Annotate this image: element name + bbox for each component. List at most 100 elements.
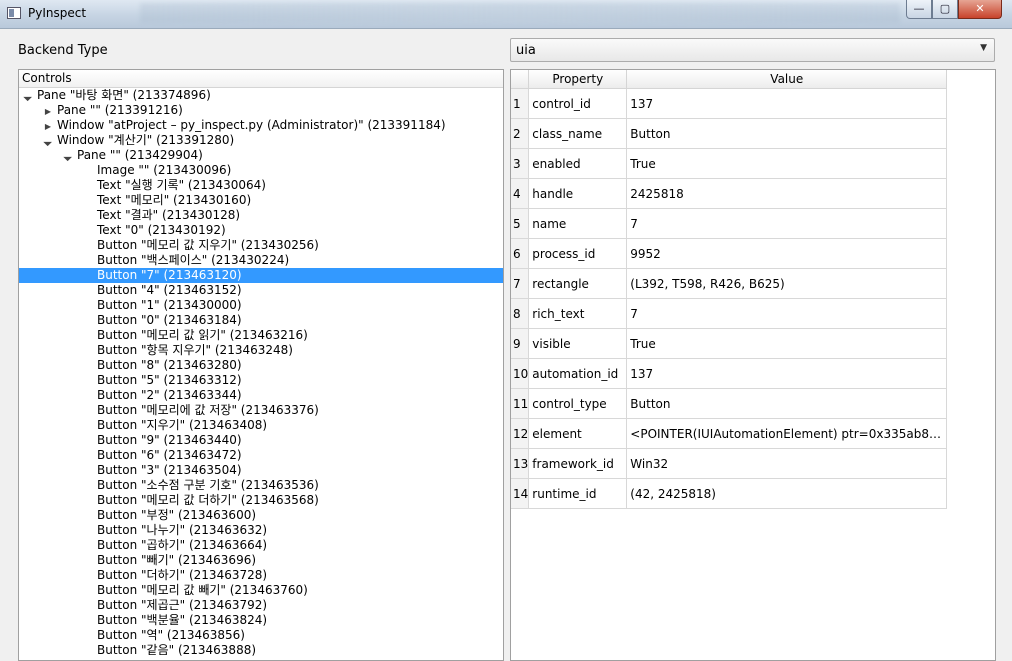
tree-item[interactable]: Button "6" (213463472) xyxy=(19,448,503,463)
property-name-cell[interactable]: control_type xyxy=(528,388,628,419)
app-icon xyxy=(7,7,21,19)
tree-item[interactable]: Button "0" (213463184) xyxy=(19,313,503,328)
property-name-cell[interactable]: element xyxy=(528,418,628,449)
tree-item[interactable]: Button "메모리에 값 저장" (213463376) xyxy=(19,403,503,418)
property-value-cell[interactable]: True xyxy=(626,148,948,179)
tree-item[interactable]: Button "같음" (213463888) xyxy=(19,643,503,658)
property-value-cell[interactable]: <POINTER(IUIAutomationElement) ptr=0x335… xyxy=(626,418,948,449)
tree-item[interactable]: ◢ Window "계산기" (213391280) xyxy=(19,133,503,148)
tree-item[interactable]: Button "소수점 구분 기호" (213463536) xyxy=(19,478,503,493)
tree-item[interactable]: Button "항목 지우기" (213463248) xyxy=(19,343,503,358)
property-row[interactable]: 13 framework_id Win32 xyxy=(511,448,948,479)
tree-item[interactable]: Image "" (213430096) xyxy=(19,163,503,178)
tree-item[interactable]: ▶ Pane "" (213391216) xyxy=(19,103,503,118)
property-row[interactable]: 2 class_name Button xyxy=(511,118,948,149)
property-column-header[interactable]: Property xyxy=(528,70,628,89)
property-name-cell[interactable]: name xyxy=(528,208,628,239)
property-row[interactable]: 9 visible True xyxy=(511,328,948,359)
collapsed-arrow-icon[interactable]: ▶ xyxy=(43,119,53,134)
tree-item[interactable]: Button "메모리 값 읽기" (213463216) xyxy=(19,328,503,343)
controls-tree[interactable]: Controls ◢ Pane "바탕 화면" (213374896) ▶ Pane … xyxy=(18,69,504,661)
row-number: 7 xyxy=(511,268,530,299)
property-row[interactable]: 11 control_type Button xyxy=(511,388,948,419)
tree-item[interactable]: Text "실행 기록" (213430064) xyxy=(19,178,503,193)
property-value-cell[interactable]: 2425818 xyxy=(626,178,948,209)
property-name-cell[interactable]: runtime_id xyxy=(528,478,628,509)
property-value-cell[interactable]: 7 xyxy=(626,208,948,239)
property-value-cell[interactable]: Win32 xyxy=(626,448,948,479)
tree-item[interactable]: Button "5" (213463312) xyxy=(19,373,503,388)
tree-item[interactable]: Text "메모리" (213430160) xyxy=(19,193,503,208)
property-row[interactable]: 10 automation_id 137 xyxy=(511,358,948,389)
property-value-cell[interactable]: True xyxy=(626,328,948,359)
property-value-cell[interactable]: 137 xyxy=(626,88,948,119)
property-row[interactable]: 6 process_id 9952 xyxy=(511,238,948,269)
tree-item[interactable]: Button "역" (213463856) xyxy=(19,628,503,643)
tree-item[interactable]: Button "2" (213463344) xyxy=(19,388,503,403)
tree-item[interactable]: ◢ Pane "바탕 화면" (213374896) xyxy=(19,88,503,103)
tree-item[interactable]: ◢ Pane "" (213429904) xyxy=(19,148,503,163)
property-name-cell[interactable]: visible xyxy=(528,328,628,359)
property-name-cell[interactable]: class_name xyxy=(528,118,628,149)
property-value-cell[interactable]: 7 xyxy=(626,298,948,329)
property-value-cell[interactable]: (42, 2425818) xyxy=(626,478,948,509)
tree-item-selected[interactable]: Button "7" (213463120) xyxy=(19,268,503,283)
properties-table-panel[interactable]: Property Value 1 control_id 137 2 class_name… xyxy=(510,69,996,661)
property-row[interactable]: 1 control_id 137 xyxy=(511,88,948,119)
property-row[interactable]: 4 handle 2425818 xyxy=(511,178,948,209)
property-name-cell[interactable]: rectangle xyxy=(528,268,628,299)
close-button[interactable]: ✕ xyxy=(958,0,1002,19)
tree-item[interactable]: Button "제곱근" (213463792) xyxy=(19,598,503,613)
tree-item-label: Pane "" (213429904) xyxy=(77,148,203,162)
property-name-cell[interactable]: enabled xyxy=(528,148,628,179)
property-name-cell[interactable]: process_id xyxy=(528,238,628,269)
tree-item[interactable]: Button "더하기" (213463728) xyxy=(19,568,503,583)
tree-item[interactable]: Text "결과" (213430128) xyxy=(19,208,503,223)
property-row[interactable]: 14 runtime_id (42, 2425818) xyxy=(511,478,948,509)
chevron-down-icon[interactable]: ▼ xyxy=(980,43,987,53)
property-value-cell[interactable]: (L392, T598, R426, B625) xyxy=(626,268,948,299)
backend-type-combobox[interactable]: uia ▼ xyxy=(510,38,995,62)
tree-item-label: Text "실행 기록" (213430064) xyxy=(97,178,266,192)
tree-item[interactable]: Button "빼기" (213463696) xyxy=(19,553,503,568)
property-name-cell[interactable]: control_id xyxy=(528,88,628,119)
property-name-cell[interactable]: framework_id xyxy=(528,448,628,479)
tree-item[interactable]: Button "메모리 값 더하기" (213463568) xyxy=(19,493,503,508)
property-name-cell[interactable]: handle xyxy=(528,178,628,209)
property-value-cell[interactable]: 137 xyxy=(626,358,948,389)
tree-item[interactable]: Button "부정" (213463600) xyxy=(19,508,503,523)
properties-table: Property Value 1 control_id 137 2 class_name… xyxy=(511,70,948,509)
property-row[interactable]: 3 enabled True xyxy=(511,148,948,179)
property-value-cell[interactable]: 9952 xyxy=(626,238,948,269)
property-value-cell[interactable]: Button xyxy=(626,388,948,419)
row-number: 9 xyxy=(511,328,530,359)
tree-item[interactable]: ▶ Window "atProject – py_inspect.py (Admi… xyxy=(19,118,503,133)
collapsed-arrow-icon[interactable]: ▶ xyxy=(43,104,53,119)
property-value-cell[interactable]: Button xyxy=(626,118,948,149)
tree-item[interactable]: Button "1" (213430000) xyxy=(19,298,503,313)
tree-item[interactable]: Button "백분율" (213463824) xyxy=(19,613,503,628)
property-name-cell[interactable]: rich_text xyxy=(528,298,628,329)
value-column-header[interactable]: Value xyxy=(626,70,948,89)
tree-item[interactable]: Button "지우기" (213463408) xyxy=(19,418,503,433)
property-row[interactable]: 12 element <POINTER(IUIAutomationElement) … xyxy=(511,418,948,449)
tree-item[interactable]: Button "나누기" (213463632) xyxy=(19,523,503,538)
maximize-button[interactable]: ▢ xyxy=(932,0,958,19)
property-row[interactable]: 8 rich_text 7 xyxy=(511,298,948,329)
property-row[interactable]: 5 name 7 xyxy=(511,208,948,239)
property-row[interactable]: 7 rectangle (L392, T598, R426, B625) xyxy=(511,268,948,299)
tree-item[interactable]: Button "곱하기" (213463664) xyxy=(19,538,503,553)
tree-item[interactable]: Button "메모리 값 빼기" (213463760) xyxy=(19,583,503,598)
property-name-cell[interactable]: automation_id xyxy=(528,358,628,389)
row-number: 5 xyxy=(511,208,530,239)
tree-item[interactable]: Button "백스페이스" (213430224) xyxy=(19,253,503,268)
tree-item-label: Button "5" (213463312) xyxy=(97,373,242,387)
tree-item[interactable]: Button "8" (213463280) xyxy=(19,358,503,373)
tree-item[interactable]: Button "3" (213463504) xyxy=(19,463,503,478)
tree-item[interactable]: Button "4" (213463152) xyxy=(19,283,503,298)
row-number: 10 xyxy=(511,358,530,389)
tree-item[interactable]: Text "0" (213430192) xyxy=(19,223,503,238)
tree-item[interactable]: Button "9" (213463440) xyxy=(19,433,503,448)
tree-item[interactable]: Button "메모리 값 지우기" (213430256) xyxy=(19,238,503,253)
minimize-button[interactable]: — xyxy=(906,0,932,19)
